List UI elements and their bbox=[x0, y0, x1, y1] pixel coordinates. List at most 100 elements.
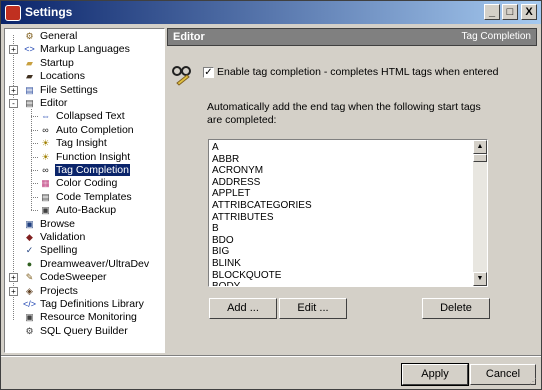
tree-item-general[interactable]: ⚙ General bbox=[23, 30, 78, 43]
tree-item-label: Color Coding bbox=[56, 177, 118, 190]
tree-item-label: Tag Completion bbox=[55, 164, 130, 176]
minimize-button[interactable]: _ bbox=[484, 4, 500, 20]
tree-item-projects[interactable]: ◈ Projects bbox=[23, 285, 79, 298]
tree-item-function-insight[interactable]: ☀ Function Insight bbox=[39, 151, 131, 164]
spelling-icon: ✓ bbox=[25, 245, 34, 256]
tree-item-tag-insight[interactable]: ☀ Tag Insight bbox=[39, 137, 108, 150]
listbox-scrollbar[interactable]: ▲ ▼ bbox=[473, 140, 487, 286]
resize-grip-icon[interactable]: ⋰ bbox=[529, 377, 539, 387]
tree-item-label: Validation bbox=[40, 231, 86, 243]
start-tags-listbox[interactable]: A ABBR ACRONYM ADDRESS APPLET ATTRIBCATEGORIE… bbox=[208, 139, 488, 287]
tree-connector-line bbox=[31, 116, 38, 118]
code-templates-icon: ▤ bbox=[41, 191, 50, 202]
list-item[interactable]: BLOCKQUOTE bbox=[212, 270, 281, 282]
file-settings-icon: ▤ bbox=[25, 84, 34, 95]
edit-tag-button[interactable]: Edit ... bbox=[279, 298, 347, 319]
expand-icon[interactable]: + bbox=[9, 273, 18, 283]
color-coding-icon: ▦ bbox=[41, 178, 50, 189]
tree-connector-line bbox=[31, 129, 38, 131]
tree-item-label: Projects bbox=[40, 284, 78, 297]
tree-item-sql-query-builder[interactable]: ⚙ SQL Query Builder bbox=[23, 325, 129, 338]
list-item[interactable]: ATTRIBUTES bbox=[212, 212, 273, 224]
monitor-icon: ▣ bbox=[25, 312, 34, 323]
tree-item-codesweeper[interactable]: ✎ CodeSweeper bbox=[23, 271, 108, 284]
editor-icon: ▤ bbox=[25, 98, 34, 108]
gear-icon: ⚙ bbox=[25, 31, 34, 41]
tree-item-resource-monitoring[interactable]: ▣ Resource Monitoring bbox=[23, 311, 138, 324]
list-item[interactable]: ACRONYM bbox=[212, 165, 263, 177]
tree-item-editor[interactable]: ▤ Editor bbox=[23, 97, 68, 110]
list-item[interactable]: ATTRIBCATEGORIES bbox=[212, 200, 312, 212]
settings-window: Settings _ □ X ⚙ General + <> Markup Languag… bbox=[0, 0, 542, 390]
tree-item-label: Markup Languages bbox=[40, 43, 130, 56]
list-item[interactable]: ABBR bbox=[212, 154, 239, 166]
collapsed-text-icon: ⇔ bbox=[41, 111, 50, 122]
tree-item-browse[interactable]: ▣ Browse bbox=[23, 218, 76, 231]
list-item[interactable]: BODY bbox=[212, 281, 240, 286]
tree-item-dreamweaver-ultradev[interactable]: ● Dreamweaver/UltraDev bbox=[23, 258, 150, 271]
tree-connector-line bbox=[31, 210, 38, 212]
folder-icon: ▰ bbox=[26, 71, 33, 82]
tree-item-label: File Settings bbox=[40, 83, 98, 96]
expand-icon[interactable]: + bbox=[9, 286, 18, 296]
list-item[interactable]: A bbox=[212, 142, 219, 154]
tree-connector-line bbox=[31, 183, 38, 185]
tree-connector-line bbox=[31, 170, 38, 171]
expand-icon[interactable]: + bbox=[9, 85, 18, 95]
title-bar[interactable]: Settings _ □ X bbox=[1, 1, 541, 24]
scroll-thumb[interactable] bbox=[473, 154, 487, 162]
tree-item-auto-completion[interactable]: ∞ Auto Completion bbox=[39, 124, 135, 137]
tree-item-collapsed-text[interactable]: ⇔ Collapsed Text bbox=[39, 110, 126, 123]
delete-tag-button[interactable]: Delete bbox=[422, 298, 490, 319]
expand-icon[interactable]: + bbox=[9, 45, 18, 55]
tree-item-label: Editor bbox=[40, 97, 68, 109]
validation-icon: ◆ bbox=[26, 232, 33, 242]
scroll-up-icon[interactable]: ▲ bbox=[473, 140, 487, 154]
tree-item-spelling[interactable]: ✓ Spelling bbox=[23, 244, 78, 257]
list-item[interactable]: BLINK bbox=[212, 258, 241, 270]
tree-item-tag-definitions-library[interactable]: </> Tag Definitions Library bbox=[23, 298, 145, 311]
tree-item-code-templates[interactable]: ▤ Code Templates bbox=[39, 191, 133, 204]
bulb-icon: ☀ bbox=[41, 138, 50, 149]
panel-header: Editor Tag Completion bbox=[167, 28, 537, 46]
tree-connector-line bbox=[31, 156, 38, 158]
collapse-icon[interactable]: - bbox=[9, 99, 18, 108]
list-item[interactable]: B bbox=[212, 223, 219, 235]
add-tag-button[interactable]: Add ... bbox=[209, 298, 277, 319]
cancel-button[interactable]: Cancel bbox=[470, 364, 536, 385]
list-item[interactable]: APPLET bbox=[212, 188, 250, 200]
list-item[interactable]: ADDRESS bbox=[212, 177, 260, 189]
tree-connector-line bbox=[31, 109, 32, 211]
tree-item-auto-backup[interactable]: ▣ Auto-Backup bbox=[39, 204, 117, 217]
enable-tag-completion-label: Enable tag completion - completes HTML t… bbox=[217, 66, 499, 78]
enable-tag-completion-checkbox[interactable]: ✓ bbox=[203, 67, 214, 78]
tree-item-startup[interactable]: ▰ Startup bbox=[23, 57, 75, 70]
tree-item-file-settings[interactable]: ▤ File Settings bbox=[23, 84, 99, 97]
list-item[interactable]: BIG bbox=[212, 246, 229, 258]
panel-header-page: Tag Completion bbox=[461, 31, 531, 42]
apply-button[interactable]: Apply bbox=[401, 363, 469, 386]
browse-icon: ▣ bbox=[25, 218, 34, 229]
tree-item-label: Browse bbox=[40, 217, 76, 230]
tree-item-validation[interactable]: ◆ Validation bbox=[23, 231, 86, 244]
tree-item-locations[interactable]: ▰ Locations bbox=[23, 70, 86, 83]
tree-item-label: Locations bbox=[40, 70, 85, 83]
tree-item-label: SQL Query Builder bbox=[40, 324, 128, 337]
close-button[interactable]: X bbox=[521, 4, 537, 20]
maximize-button[interactable]: □ bbox=[502, 4, 518, 20]
tree-item-label: General bbox=[40, 30, 78, 42]
footer-separator bbox=[1, 355, 541, 357]
settings-tree[interactable]: ⚙ General + <> Markup Languages ▰ Startup ▰ Loca… bbox=[4, 28, 165, 353]
tree-item-markup-languages[interactable]: <> Markup Languages bbox=[23, 43, 131, 56]
tree-item-label: Tag Definitions Library bbox=[40, 298, 144, 310]
folder-icon: ▰ bbox=[26, 57, 33, 68]
list-item[interactable]: BDO bbox=[212, 235, 234, 247]
scroll-down-icon[interactable]: ▼ bbox=[473, 272, 487, 286]
tree-item-label: Spelling bbox=[40, 244, 78, 257]
tree-item-tag-completion[interactable]: ∞ Tag Completion bbox=[39, 164, 130, 177]
tree-item-label: Collapsed Text bbox=[56, 110, 125, 123]
tree-connector-line bbox=[31, 196, 38, 198]
tree-item-color-coding[interactable]: ▦ Color Coding bbox=[39, 177, 118, 190]
tag-completion-icon bbox=[171, 63, 193, 87]
app-icon bbox=[5, 5, 21, 21]
